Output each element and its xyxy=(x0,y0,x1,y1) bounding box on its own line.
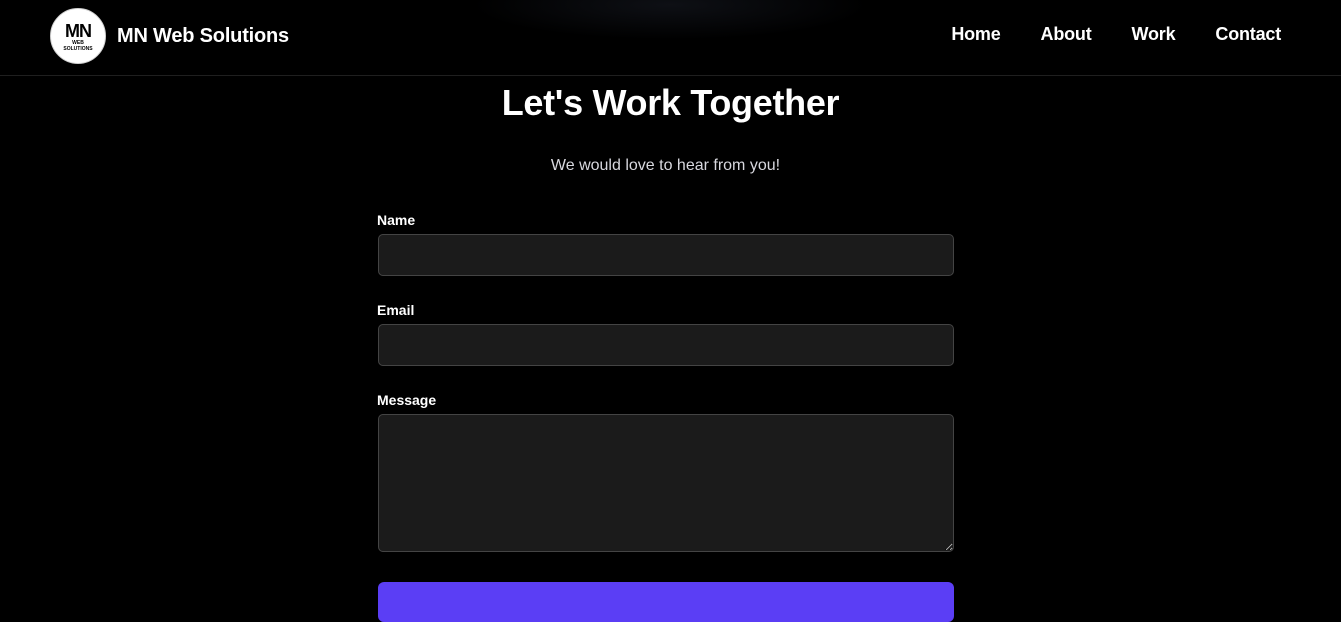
logo-monogram: MN xyxy=(65,21,92,41)
logo-subtext: WEB SOLUTIONS xyxy=(63,40,93,52)
nav-contact-link[interactable]: Contact xyxy=(1215,24,1281,45)
nav-work-link[interactable]: Work xyxy=(1132,24,1176,45)
name-label: Name xyxy=(377,212,416,228)
name-input[interactable] xyxy=(378,234,954,276)
site-header: MN WEB SOLUTIONS MN Web Solutions Home A… xyxy=(0,0,1341,76)
brand-home-link[interactable]: MN WEB SOLUTIONS MN Web Solutions xyxy=(50,8,289,64)
message-textarea[interactable] xyxy=(378,414,954,552)
page-subtitle: We would love to hear from you! xyxy=(550,157,781,174)
nav-home-link[interactable]: Home xyxy=(951,24,1000,45)
header-glow-decoration xyxy=(470,0,870,40)
submit-button[interactable] xyxy=(378,582,954,622)
message-label: Message xyxy=(377,392,437,408)
main-nav: Home About Work Contact xyxy=(951,24,1281,45)
page-title: Let's Work Together xyxy=(501,82,840,123)
brand-logo: MN WEB SOLUTIONS xyxy=(50,8,106,64)
brand-name: MN Web Solutions xyxy=(117,24,289,47)
email-label: Email xyxy=(377,302,415,318)
email-input[interactable] xyxy=(378,324,954,366)
nav-about-link[interactable]: About xyxy=(1041,24,1092,45)
